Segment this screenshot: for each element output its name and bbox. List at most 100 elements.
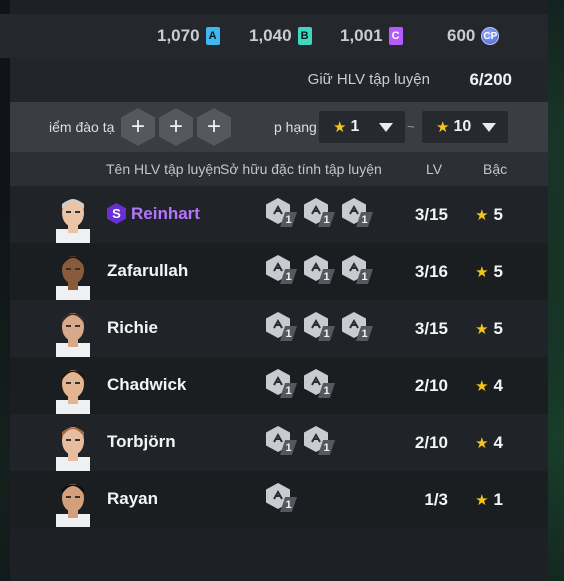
coach-rank: ★ 1	[475, 490, 503, 510]
add-filter-button-2[interactable]: +	[159, 108, 193, 146]
coach-avatar	[50, 305, 96, 357]
coach-rank-value: 5	[493, 205, 503, 224]
max-rank-select[interactable]: ★ 10	[422, 111, 508, 143]
coach-rank-value: 5	[493, 319, 503, 338]
star-icon: ★	[475, 435, 489, 452]
coach-traits: 111	[266, 255, 374, 285]
currency-b-icon: B	[297, 27, 312, 45]
coach-traits: 11	[266, 369, 336, 399]
min-rank-select[interactable]: ★ 1	[319, 111, 405, 143]
coach-avatar	[50, 476, 96, 528]
coach-level: 2/10	[414, 376, 448, 395]
currency-c-value: 1,001	[340, 26, 383, 45]
filter-bar: iểm đào tạ + + + p hạng ★ 1 ~ ★ 10	[10, 102, 548, 152]
trait-icon[interactable]: 1	[266, 198, 298, 228]
coach-name: Richie	[107, 318, 159, 337]
trait-icon[interactable]: 1	[342, 255, 374, 285]
table-header: Tên HLV tập luyện Sở hữu đặc tính tập lu…	[10, 152, 548, 186]
rank-filter-label: p hạng	[274, 119, 317, 135]
list-empty-area	[10, 527, 548, 581]
coach-level: 3/15	[414, 205, 448, 224]
coach-name: Torbjörn	[107, 432, 176, 451]
star-icon: ★	[475, 378, 489, 395]
star-icon: ★	[475, 321, 489, 338]
coach-rank-value: 4	[493, 433, 503, 452]
star-icon: ★	[475, 207, 489, 224]
coach-avatar	[50, 248, 96, 300]
currency-c-icon: C	[388, 27, 403, 45]
coach-level: 2/10	[414, 433, 448, 452]
currency-cp: 600 CP	[447, 14, 500, 58]
trait-icon[interactable]: 1	[266, 255, 298, 285]
coach-level: 1/3	[424, 490, 448, 509]
coach-rank: ★ 5	[475, 262, 503, 282]
trait-icon[interactable]: 1	[266, 426, 298, 456]
coach-avatar	[50, 362, 96, 414]
training-points-label: iểm đào tạ	[49, 119, 115, 135]
coach-row[interactable]: Richie 1 1 1 3/15 ★ 5	[10, 300, 548, 357]
currency-b: 1,040 B	[249, 14, 312, 58]
coach-rank: ★ 5	[475, 205, 503, 225]
currency-b-value: 1,040	[249, 26, 292, 45]
capacity-label: Giữ HLV tập luyện	[307, 71, 430, 88]
coach-traits: 111	[266, 198, 374, 228]
trait-icon[interactable]: 1	[304, 426, 336, 456]
coach-avatar	[50, 191, 96, 243]
trait-icon[interactable]: 1	[304, 369, 336, 399]
rank-range-separator: ~	[407, 119, 415, 134]
coach-rank: ★ 5	[475, 319, 503, 339]
currency-bar: 1,070 A 1,040 B 1,001 C 600 CP	[0, 14, 548, 58]
chevron-down-icon	[379, 123, 393, 132]
star-icon: ★	[475, 264, 489, 281]
coach-level: 3/15	[414, 319, 448, 338]
add-filter-button-3[interactable]: +	[197, 108, 231, 146]
coach-rank: ★ 4	[475, 376, 503, 396]
header-traits: Sở hữu đặc tính tập luyện	[220, 161, 382, 177]
currency-c: 1,001 C	[340, 14, 403, 58]
coach-capacity-row: Giữ HLV tập luyện 6/200	[10, 58, 548, 102]
chevron-down-icon	[482, 123, 496, 132]
trait-icon[interactable]: 1	[266, 483, 298, 513]
trait-icon[interactable]: 1	[342, 198, 374, 228]
coach-row[interactable]: Rayan 1 1/3 ★ 1	[10, 471, 548, 528]
currency-cp-value: 600	[447, 26, 476, 45]
trait-icon[interactable]: 1	[304, 312, 336, 342]
coach-name: Zafarullah	[107, 261, 189, 280]
star-icon: ★	[475, 492, 489, 509]
star-icon: ★	[436, 119, 450, 136]
header-level: LV	[426, 161, 443, 177]
coach-level: 3/16	[414, 262, 448, 281]
coach-rank-value: 1	[493, 490, 503, 509]
coach-row[interactable]: Zafarullah 1 1 1 3/16 ★ 5	[10, 243, 548, 300]
trait-icon[interactable]: 1	[342, 312, 374, 342]
coach-avatar	[50, 419, 96, 471]
header-rank: Bậc	[483, 161, 508, 177]
min-rank-value: 1	[350, 118, 360, 135]
currency-a: 1,070 A	[157, 14, 220, 58]
coach-name: Rayan	[107, 489, 159, 508]
special-badge-icon: S	[107, 203, 126, 224]
add-filter-button-1[interactable]: +	[121, 108, 155, 146]
star-icon: ★	[333, 119, 347, 136]
capacity-value: 6/200	[469, 70, 512, 89]
trait-icon[interactable]: 1	[304, 255, 336, 285]
coach-row[interactable]: Torbjörn 1 1 2/10 ★ 4	[10, 414, 548, 471]
cp-coin-icon: CP	[481, 27, 500, 45]
coach-row[interactable]: Chadwick 1 1 2/10 ★ 4	[10, 357, 548, 414]
coach-rank-value: 4	[493, 376, 503, 395]
coach-rank-value: 5	[493, 262, 503, 281]
trait-icon[interactable]: 1	[304, 198, 336, 228]
coach-name: Reinhart	[131, 204, 200, 223]
currency-a-value: 1,070	[157, 26, 200, 45]
header-name: Tên HLV tập luyện	[106, 161, 221, 177]
coach-row[interactable]: S Reinhart 1 1 1 3/15 ★ 5	[10, 186, 548, 243]
coach-traits: 111	[266, 312, 374, 342]
coach-name: Chadwick	[107, 375, 187, 394]
coach-traits: 11	[266, 426, 336, 456]
currency-a-icon: A	[205, 27, 220, 45]
coach-rank: ★ 4	[475, 433, 503, 453]
coach-traits: 1	[266, 483, 298, 513]
trait-icon[interactable]: 1	[266, 369, 298, 399]
trait-icon[interactable]: 1	[266, 312, 298, 342]
max-rank-value: 10	[453, 118, 472, 135]
